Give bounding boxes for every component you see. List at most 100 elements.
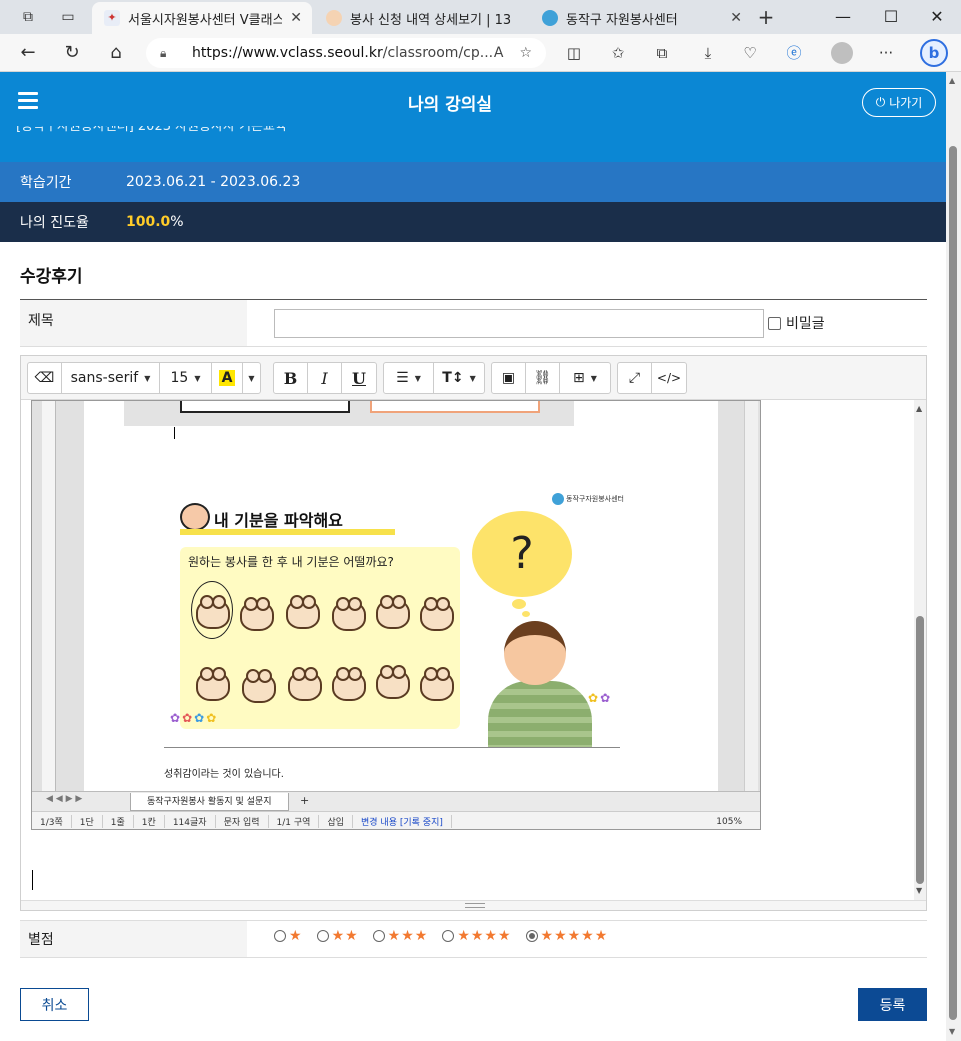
bear-face-icon [332,667,366,701]
minimize-button[interactable]: — [820,4,866,30]
rating-option-4[interactable]: ★★★★ [442,928,511,944]
page-scroll-thumb[interactable] [949,146,957,1020]
bold-button[interactable]: B [274,363,308,393]
period-label: 학습기간 [20,175,72,191]
stars-5: ★★★★★ [540,928,609,944]
man-illustration-head [504,621,566,685]
power-icon: ⏻ [875,95,886,109]
bear-face-icon [376,595,410,629]
edge-extension-icon[interactable]: ⓔ [784,43,804,63]
home-icon[interactable]: ⌂ [104,42,128,64]
flowers-decoration: ✿✿✿✿ [170,711,219,725]
performance-icon[interactable]: ♡ [740,43,760,63]
page-scrollbar[interactable]: ▲ ▼ [946,72,961,1041]
radio-5[interactable] [525,930,538,942]
review-section-title: 수강후기 [20,267,83,287]
editor-cursor [32,870,33,890]
close-tab-icon[interactable]: ✕ [290,10,302,26]
highlight-dropdown[interactable]: ▼ [242,363,260,393]
fullscreen-icon[interactable]: ⤢ [618,363,652,393]
read-aloud-icon[interactable]: A [494,45,504,61]
profile-avatar[interactable] [831,42,853,64]
flowers-decoration: ✿✿ [588,691,613,705]
font-size-select[interactable]: 15 ▼ [160,363,212,393]
stars-4: ★★★★ [457,928,512,944]
link-icon[interactable]: ⛓ [526,363,560,393]
exit-button[interactable]: ⏻ 나가기 [862,88,936,117]
radio-3[interactable] [372,930,385,942]
workspaces-icon[interactable]: ⧉ [18,7,38,27]
rating-option-1[interactable]: ★ [274,928,303,944]
bold-icon: B [283,368,298,388]
bear-face-icon [196,595,230,629]
favorites-icon[interactable]: ✩ [608,43,628,63]
tab-volunteer-detail[interactable]: 봉사 신청 내역 상세보기 | 13 [314,2,526,34]
exit-label: 나가기 [889,96,923,110]
font-family-select[interactable]: sans-serif ▼ [62,363,160,393]
cancel-button[interactable]: 취소 [20,988,89,1021]
hwp-status-bar: 1/3쪽 1단 1줄 1칸 114글자 문자 입력 1/1 구역 삽입 변경 내… [32,811,760,829]
editor-content[interactable]: 동작구자원봉사센터 내 기분을 파악해요 원하는 봉사를 한 후 내 기분은 어… [21,400,914,900]
new-tab-button[interactable]: + [756,7,776,27]
favorite-star-icon[interactable]: ☆ [519,45,532,61]
radio-2[interactable] [316,930,329,942]
worksheet-heading: 내 기분을 파악해요 [214,511,343,530]
more-menu-icon[interactable]: ··· [876,43,896,63]
tab-actions-icon[interactable]: ▭ [58,7,78,27]
scroll-up-icon[interactable]: ▲ [949,76,955,85]
eraser-icon[interactable]: ⌫ [28,363,62,393]
font-size-value: 15 [170,370,189,386]
thought-dot [522,611,530,617]
split-screen-icon[interactable]: ◫ [564,43,584,63]
url-field[interactable]: 🔒︎ https://www.vclass.seoul.kr /classroo… [146,38,546,68]
align-button[interactable]: ☰ ▼ [384,363,434,393]
back-arrow-icon[interactable]: ← [16,42,40,64]
url-path: /classroom/cp... [382,45,494,61]
logo-text: 동작구자원봉사센터 [566,495,624,503]
scroll-down-icon[interactable]: ▼ [949,1027,955,1036]
italic-icon: I [321,368,328,388]
secret-checkbox[interactable] [768,317,781,330]
refresh-icon[interactable]: ↻ [60,42,84,64]
close-tab-icon[interactable]: ✕ [730,10,742,26]
image-icon[interactable]: ▣ [492,363,526,393]
close-window-button[interactable]: ✕ [914,4,960,30]
bear-face-icon [420,667,454,701]
tab-dongjak-center[interactable]: 동작구 자원봉사센터 ✕ [530,2,752,34]
divider [20,957,927,958]
editor-scrollbar[interactable]: ▲ ▼ [914,400,926,900]
status-track-changes: 변경 내용 [기록 중지] [353,815,452,828]
rating-label: 별점 [20,921,247,957]
italic-button[interactable]: I [308,363,342,393]
collections-icon[interactable]: ⧉ [652,43,672,63]
downloads-icon[interactable]: ⤓ [698,43,718,63]
previous-page-bottom [124,401,574,426]
stars-3: ★★★ [387,928,429,944]
title-input[interactable] [274,309,764,338]
rating-option-3[interactable]: ★★★ [372,928,429,944]
code-view-button[interactable]: </> [652,363,686,393]
underline-button[interactable]: U [342,363,376,393]
radio-1[interactable] [274,930,286,942]
divider [20,346,927,347]
rich-text-editor: ⌫ sans-serif ▼ 15 ▼ A ▼ B I U ☰ ▼ T↕ ▼ ▣… [20,355,927,911]
table-button[interactable]: ⊞ ▼ [560,363,610,393]
tab-title: 동작구 자원봉사센터 [566,12,678,28]
maximize-button[interactable]: ☐ [868,4,914,30]
editor-resize-handle[interactable] [21,900,926,910]
text-height-button[interactable]: T↕ ▼ [434,363,484,393]
tab-vclass[interactable]: ✦ 서울시자원봉사센터 V클래스 ✕ [92,2,312,34]
highlight-color-button[interactable]: A [212,363,242,393]
scroll-up-icon[interactable]: ▲ [916,404,922,413]
submit-button[interactable]: 등록 [858,988,927,1021]
rating-option-2[interactable]: ★★ [316,928,359,944]
volunteer-favicon-icon [326,10,342,26]
editor-scroll-thumb[interactable] [916,616,924,884]
scroll-down-icon[interactable]: ▼ [916,886,922,895]
rating-option-5[interactable]: ★★★★★ [525,928,609,944]
page-line [164,747,620,748]
bing-copilot-icon[interactable]: b [920,39,948,67]
radio-4[interactable] [442,930,455,942]
bear-face-icon [376,665,410,699]
status-mode: 문자 입력 [216,815,269,828]
